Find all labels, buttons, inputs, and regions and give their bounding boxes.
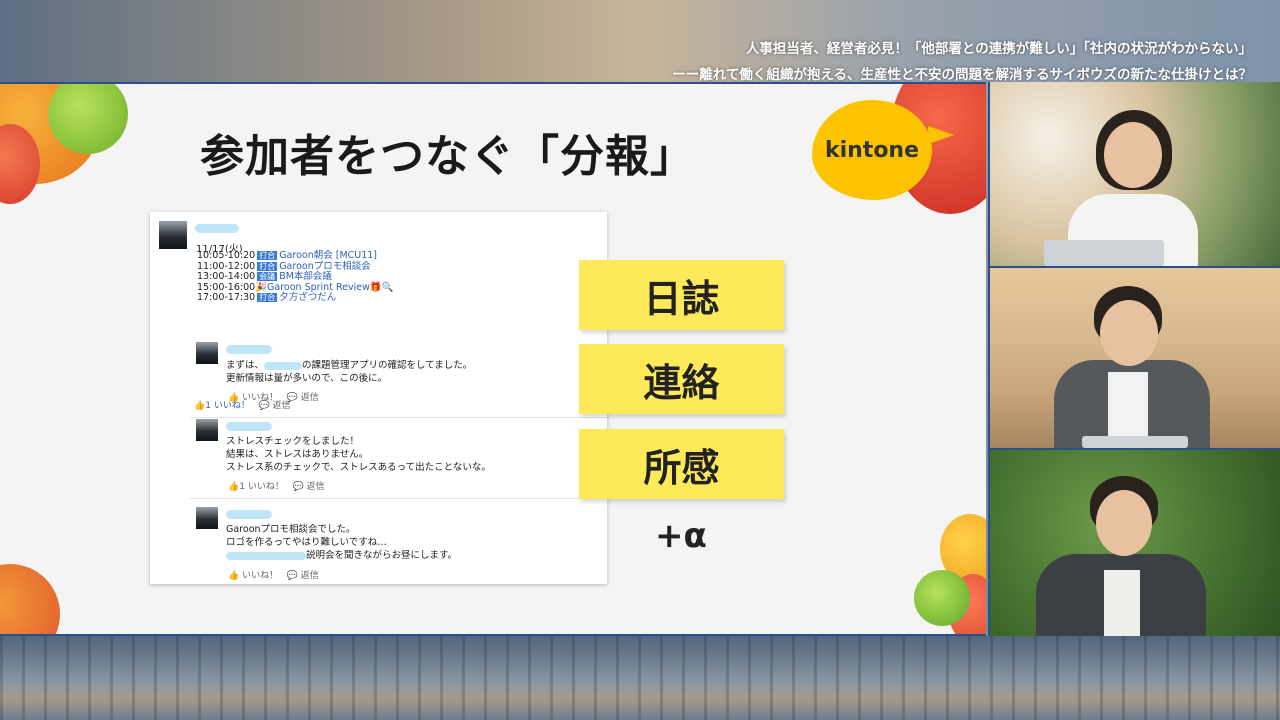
decorative-green-fruit — [914, 570, 970, 626]
speaker-head — [1096, 490, 1152, 556]
schedule-tag: 会議 — [257, 272, 278, 281]
decorative-green-fruit — [48, 84, 128, 154]
redacted-user-name — [226, 345, 272, 354]
schedule-link[interactable]: BM本部会議 — [279, 271, 332, 282]
schedule-link[interactable]: Garoon朝会 [MCU11] — [279, 250, 377, 261]
comment-body: まずは、 の課題管理アプリの確認をしてました。 更新情報は量が多いので、この後に。 — [226, 359, 472, 385]
speaker-head — [1104, 122, 1162, 188]
comment-body: ストレスチェックをしました！ 結果は、ストレスはありません。 ストレス系のチェッ… — [226, 435, 491, 474]
comment-line: ストレス系のチェックで、ストレスあるって出たことないな。 — [226, 462, 491, 473]
comment-line: 説明会を聞きながらお昼にします。 — [306, 550, 458, 561]
like-button[interactable]: 👍 いいね！ — [228, 393, 278, 403]
schedule-list: 10:05-10:20 打合 Garoon朝会 [MCU11] 11:00-12:0… — [197, 250, 394, 304]
speaker-video-1 — [988, 82, 1280, 266]
comment-actions: 👍1 いいね！ 💬 返信 — [228, 479, 325, 492]
presentation-slide: 参加者をつなぐ「分報」 kintone 11/17(火) 10:05-10:20… — [0, 82, 986, 636]
comment-line: まずは、 — [226, 360, 265, 371]
thumbs-up-icon: 👍 — [228, 393, 240, 403]
comment-actions: 👍 いいね！ 💬 返信 — [228, 390, 319, 403]
label-impressions: 所感 — [579, 429, 784, 499]
comment-line: ロゴを作るってやはり難しいですね… — [226, 537, 387, 548]
redacted-user-name — [226, 510, 272, 519]
comment-line: 結果は、ストレスはありません。 — [226, 449, 369, 460]
like-count: 1 — [205, 401, 211, 411]
comment-icon: 💬 — [286, 571, 298, 581]
thumbs-up-icon: 👍 — [194, 401, 206, 411]
laptop — [1044, 240, 1164, 266]
like-label: いいね！ — [242, 571, 279, 581]
redacted-text — [226, 551, 306, 560]
schedule-link[interactable]: 夕方ざつだん — [279, 292, 336, 303]
comment-line: Garoonプロモ相談会でした。 — [226, 524, 356, 535]
schedule-link[interactable]: Garoon Sprint Review🎁🔍 — [267, 282, 393, 293]
schedule-link[interactable]: Garoonプロモ相談会 — [279, 261, 371, 272]
speaker-video-3 — [988, 450, 1280, 636]
comment-line: 更新情報は量が多いので、この後に。 — [226, 373, 388, 384]
label-daily-log: 日誌 — [579, 260, 784, 330]
slide-title: 参加者をつなぐ「分報」 — [200, 131, 695, 182]
comment-actions: 👍 いいね！ 💬 返信 — [228, 568, 319, 581]
reply-label: 返信 — [306, 482, 325, 492]
laptop — [1082, 436, 1188, 448]
comment-icon: 💬 — [292, 482, 304, 492]
divider — [190, 498, 607, 499]
avatar — [196, 342, 218, 364]
like-label: いいね！ — [247, 482, 284, 492]
schedule-time: 13:00-14:00 — [197, 271, 256, 282]
speaker-shirt — [1104, 570, 1140, 636]
kintone-logo: kintone — [812, 100, 954, 200]
like-count: 1 — [239, 482, 245, 492]
broadcast-footer-band — [0, 636, 1280, 720]
schedule-time: 11:00-12:00 — [197, 260, 256, 272]
avatar — [196, 419, 218, 441]
reply-button[interactable]: 💬 返信 — [287, 393, 319, 403]
speaker-video-2 — [988, 268, 1280, 448]
divider — [190, 417, 607, 418]
reply-button[interactable]: 💬 返信 — [292, 482, 324, 492]
reply-label: 返信 — [300, 393, 319, 403]
schedule-time: 15:00-16:00 — [197, 281, 256, 293]
thumbs-up-icon: 👍 — [228, 482, 240, 492]
comment-line: ストレスチェックをしました！ — [226, 436, 360, 447]
like-label: いいね！ — [242, 393, 279, 403]
label-plus-alpha: +α — [655, 516, 707, 556]
label-contact: 連絡 — [579, 344, 784, 414]
schedule-tag: 打合 — [257, 261, 278, 271]
avatar — [196, 507, 218, 529]
reply-label: 返信 — [300, 571, 319, 581]
redacted-user-name — [195, 224, 239, 233]
redacted-text — [264, 361, 303, 370]
reply-button[interactable]: 💬 返信 — [287, 571, 319, 581]
like-button[interactable]: 👍1 いいね！ — [228, 482, 284, 492]
thumbs-up-icon: 👍 — [228, 571, 240, 581]
comment-body: Garoonプロモ相談会でした。 ロゴを作るってやはり難しいですね… 説明会を聞… — [226, 523, 457, 562]
schedule-time: 17:00-17:30 — [197, 292, 256, 303]
schedule-time: 10:05-10:20 — [197, 250, 256, 261]
kintone-logo-text: kintone — [824, 137, 920, 163]
broadcast-header-band: 人事担当者、経営者必見！「他部署との連携が難しい」「社内の状況がわからない」 ー… — [0, 0, 1280, 83]
schedule-tag: 打合 — [257, 293, 278, 302]
headline-line-1: 人事担当者、経営者必見！「他部署との連携が難しい」「社内の状況がわからない」 — [745, 41, 1252, 57]
redacted-user-name — [226, 422, 272, 431]
schedule-tag: 打合 — [257, 251, 278, 260]
headline-line-2: ーー離れて働く組織が抱える、生産性と不安の問題を解消するサイボウズの新たな仕掛け… — [672, 67, 1252, 83]
comment-icon: 💬 — [286, 393, 298, 403]
timeline-feed-card: 11/17(火) 10:05-10:20 打合 Garoon朝会 [MCU11] 1… — [150, 212, 607, 584]
avatar — [159, 221, 187, 249]
schedule-tag: 🎉 — [255, 281, 268, 293]
schedule-row: 17:00-17:30 打合 夕方ざつだん — [197, 292, 394, 304]
like-button[interactable]: 👍 いいね！ — [228, 571, 278, 581]
speaker-head — [1100, 300, 1158, 366]
decorative-orange-fruit — [0, 564, 60, 634]
comment-line: の課題管理アプリの確認をしてました。 — [302, 360, 473, 371]
